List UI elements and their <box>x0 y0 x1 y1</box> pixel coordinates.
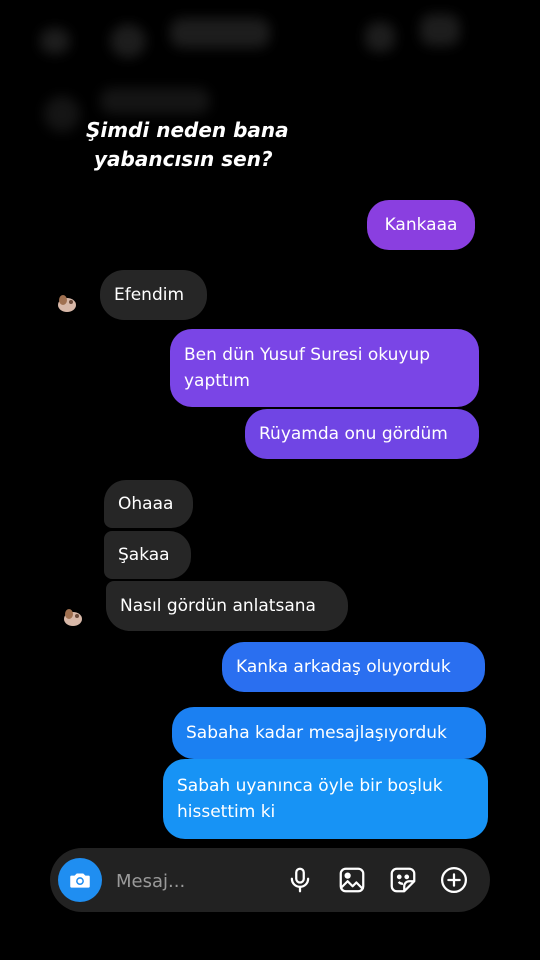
sticker-button[interactable] <box>387 864 419 896</box>
message-text: Efendim <box>114 285 185 305</box>
message-text: Kankaaa <box>384 215 458 235</box>
microphone-button[interactable] <box>284 864 316 896</box>
gallery-button[interactable] <box>336 864 368 896</box>
profile-preview <box>44 96 80 132</box>
contact-avatar[interactable] <box>110 24 146 58</box>
chat-header <box>0 0 540 70</box>
message-bubble[interactable]: Sabah uyanınca öyle bir boşluk hissettim… <box>163 759 488 839</box>
plus-circle-icon <box>441 867 467 893</box>
message-text: Sabah uyanınca öyle bir boşluk hissettim… <box>177 776 443 822</box>
overlay-caption: Şimdi neden bana yabancısın sen? <box>86 116 289 174</box>
message-input[interactable] <box>114 862 268 900</box>
message-text: Sabaha kadar mesajlaşıyorduk <box>186 723 447 743</box>
gallery-icon <box>339 867 365 893</box>
camera-icon <box>70 873 90 888</box>
message-bubble[interactable]: Nasıl gördün anlatsana <box>106 581 348 631</box>
message-composer <box>50 848 490 912</box>
message-text: Ohaaa <box>118 494 174 514</box>
more-button[interactable] <box>438 864 470 896</box>
message-bubble[interactable]: Sabaha kadar mesajlaşıyorduk <box>172 707 486 759</box>
message-bubble[interactable]: Rüyamda onu gördüm <box>245 409 479 459</box>
message-bubble[interactable]: Şakaa <box>104 531 191 579</box>
caption-line-2: yabancısın sen? <box>94 147 273 171</box>
contact-name[interactable] <box>170 18 270 48</box>
message-bubble[interactable]: Ohaaa <box>104 480 193 528</box>
message-text: Ben dün Yusuf Suresi okuyup yapttım <box>184 345 431 391</box>
message-text: Rüyamda onu gördüm <box>259 424 448 444</box>
message-bubble[interactable]: Efendim <box>100 270 207 320</box>
call-icon[interactable] <box>365 22 395 52</box>
caption-line-1: Şimdi neden bana <box>86 118 289 142</box>
microphone-icon <box>290 867 310 893</box>
sender-avatar[interactable] <box>54 290 80 316</box>
sender-avatar[interactable] <box>60 604 86 630</box>
video-call-icon[interactable] <box>420 14 460 46</box>
message-bubble[interactable]: Kankaaa <box>367 200 475 250</box>
back-icon[interactable] <box>40 28 70 54</box>
message-text: Nasıl gördün anlatsana <box>120 596 316 616</box>
message-bubble[interactable]: Kanka arkadaş oluyorduk <box>222 642 485 692</box>
message-text: Şakaa <box>118 545 170 565</box>
camera-button[interactable] <box>58 858 102 902</box>
message-bubble[interactable]: Ben dün Yusuf Suresi okuyup yapttım <box>170 329 479 407</box>
message-text: Kanka arkadaş oluyorduk <box>236 657 451 677</box>
profile-preview-name <box>100 88 210 114</box>
sticker-icon <box>390 867 416 893</box>
